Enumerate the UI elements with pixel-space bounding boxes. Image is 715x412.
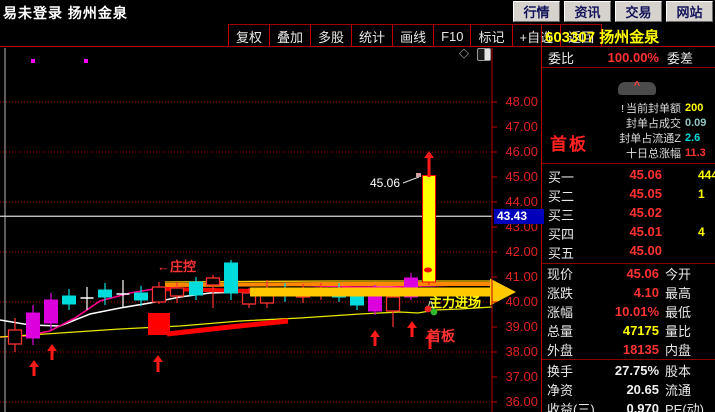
info-row-change: 涨跌4.10最高 bbox=[542, 283, 715, 302]
tooltip-label: 封单占成交 bbox=[589, 115, 681, 131]
fundamental-section: 换手27.75%股本 净资20.65流通 收益(三)0.970PE(动) bbox=[542, 360, 715, 412]
chevron-up-icon: ^ bbox=[618, 82, 656, 91]
svg-text:48.00: 48.00 bbox=[505, 94, 538, 109]
info-row-pct: 涨幅10.01%最低 bbox=[542, 302, 715, 321]
trading-terminal-window: 易未登录 扬州金泉 行情 资讯 交易 网站 复权 叠加 多股 统计 画线 F10… bbox=[0, 0, 715, 412]
svg-text:46.00: 46.00 bbox=[505, 144, 538, 159]
svg-text:36.00: 36.00 bbox=[505, 394, 538, 409]
tooltip-value: 0.09 bbox=[681, 117, 715, 129]
collapse-tab[interactable]: ^ bbox=[618, 82, 656, 95]
first-board-badge: 首板 bbox=[550, 130, 588, 155]
weibi-row: 委比 100.00% 委差 bbox=[542, 47, 715, 68]
tooltip-value: 2.6 bbox=[681, 132, 715, 144]
tooltip-row: !当前封单额 200 bbox=[589, 100, 715, 115]
svg-text:45.00: 45.00 bbox=[505, 169, 538, 184]
tooltip-row: 封单占流通Z 2.6 bbox=[589, 130, 715, 145]
svg-text:45.06: 45.06 bbox=[370, 176, 400, 190]
tooltip-label: 封单占流通Z bbox=[589, 130, 681, 146]
seal-info-tooltip: !当前封单额 200 封单占成交 0.09 封单占流通Z 2.6 十日总涨幅 1… bbox=[589, 100, 715, 160]
svg-text:主力进场: 主力进场 bbox=[429, 295, 481, 310]
bid-row-4: 买四45.014 bbox=[542, 223, 715, 242]
bid-row-5: 买五45.00 bbox=[542, 242, 715, 261]
weibi-value: 100.00% bbox=[586, 50, 662, 65]
tooltip-label: 当前封单额 bbox=[626, 103, 681, 115]
limit-board-section: ^ 首板 !当前封单额 200 封单占成交 0.09 封单占流通Z 2.6 十日… bbox=[542, 68, 715, 164]
svg-text:47.00: 47.00 bbox=[505, 119, 538, 134]
tooltip-label: 十日总涨幅 bbox=[589, 145, 681, 161]
info-row-volume: 总量47175量比 bbox=[542, 321, 715, 340]
bid-row-1: 买一45.06444 bbox=[542, 166, 715, 185]
alert-icon: ! bbox=[621, 104, 624, 115]
svg-text:44.00: 44.00 bbox=[505, 194, 538, 209]
bid-row-3: 买三45.02 bbox=[542, 204, 715, 223]
quote-info-section: 现价45.06今开 涨跌4.10最高 涨幅10.01%最低 总量47175量比 … bbox=[542, 264, 715, 360]
bid-row-2: 买二45.051 bbox=[542, 185, 715, 204]
crosshair-price-tag: 43.43 bbox=[494, 209, 544, 224]
tooltip-value: 200 bbox=[681, 102, 715, 114]
svg-text:首板: 首板 bbox=[427, 328, 456, 344]
svg-text:42.00: 42.00 bbox=[505, 244, 538, 259]
info-row-turnover: 换手27.75%股本 bbox=[542, 361, 715, 380]
svg-text:40.00: 40.00 bbox=[505, 294, 538, 309]
info-row-price: 现价45.06今开 bbox=[542, 264, 715, 283]
info-row-eps: 收益(三)0.970PE(动) bbox=[542, 399, 715, 412]
tooltip-row: 十日总涨幅 11.3 bbox=[589, 145, 715, 160]
svg-text:37.00: 37.00 bbox=[505, 369, 538, 384]
svg-text:38.00: 38.00 bbox=[505, 344, 538, 359]
weibi-label: 委比 bbox=[542, 48, 586, 67]
bid-levels: 买一45.06444 买二45.051 买三45.02 买四45.014 买五4… bbox=[542, 164, 715, 264]
stock-header: 603307 扬州金泉 bbox=[545, 26, 715, 46]
tooltip-row: 封单占成交 0.09 bbox=[589, 115, 715, 130]
quote-panel: 委比 100.00% 委差 ^ 首板 !当前封单额 200 封单占成交 0.09… bbox=[541, 47, 715, 412]
svg-text:41.00: 41.00 bbox=[505, 269, 538, 284]
svg-text:←庄控: ←庄控 bbox=[157, 259, 196, 274]
info-row-outer: 外盘18135内盘 bbox=[542, 340, 715, 359]
tooltip-value: 11.3 bbox=[681, 147, 715, 159]
weicha-label: 委差 bbox=[662, 48, 715, 67]
svg-text:39.00: 39.00 bbox=[505, 319, 538, 334]
info-row-networth: 净资20.65流通 bbox=[542, 380, 715, 399]
